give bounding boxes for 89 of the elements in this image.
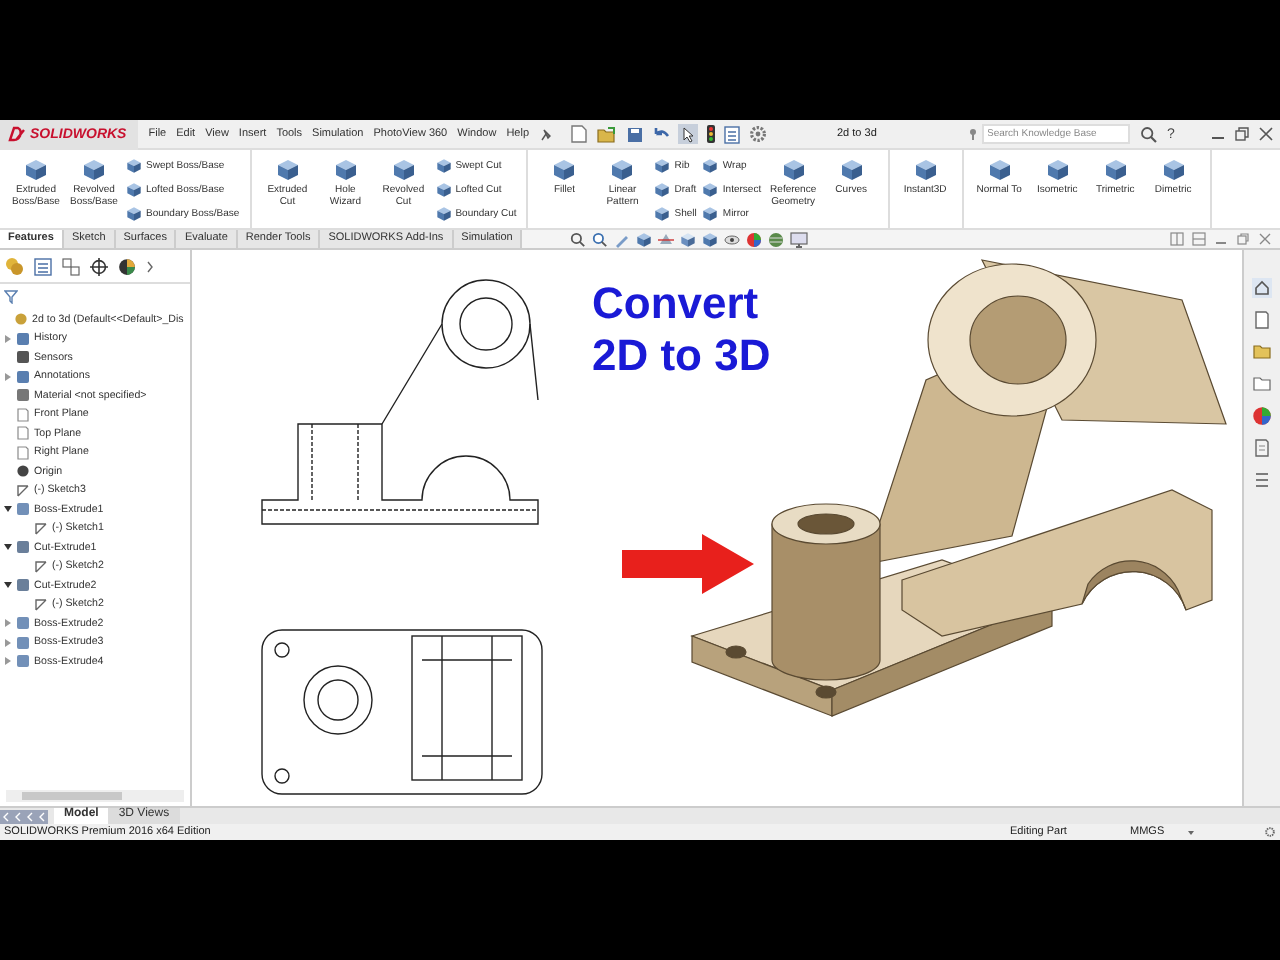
gear-icon[interactable] [1264,826,1276,838]
pin-icon [967,128,977,140]
restore-icon[interactable] [1236,232,1250,246]
cube-icon[interactable] [680,231,697,247]
pin-icon[interactable] [539,127,551,141]
cube-icon [1161,158,1186,182]
cube-icon [391,158,416,182]
history-icon [16,331,30,346]
list-icon[interactable] [1252,470,1272,490]
section-icon[interactable] [658,231,675,247]
cube-icon [435,206,452,222]
material-icon [16,388,30,403]
cube-icon [702,206,719,222]
heading-text: Convert [592,278,761,330]
cube-icon [1045,158,1070,182]
right-arrow [622,534,754,594]
cube-icon [839,158,864,182]
cube-icon [610,158,635,182]
scrollbar-thumb[interactable] [22,792,122,800]
open-folder-icon[interactable] [595,125,617,143]
cube-icon [552,158,577,182]
caret-icon[interactable] [3,543,13,552]
cube-icon [24,158,48,182]
tile-icon[interactable] [1192,232,1206,246]
caret-icon[interactable] [3,505,13,514]
eye-icon[interactable] [724,231,741,247]
part-icon [14,312,28,327]
zoom-icon[interactable] [592,231,609,247]
scrollbar[interactable] [6,790,184,802]
annotation-icon [16,369,30,384]
crosshair-icon[interactable] [90,257,108,275]
list-icon[interactable] [723,125,739,143]
search-icon[interactable] [1139,125,1157,143]
cube-icon [275,158,300,182]
cube-icon [702,158,719,174]
tile-icon[interactable] [1170,232,1184,246]
cube-icon [82,158,106,182]
cube-icon [781,158,806,182]
part-icon[interactable] [4,256,24,276]
cube-icon [702,182,719,198]
close-icon[interactable] [1258,126,1274,142]
close-icon[interactable] [1258,232,1272,246]
gear-icon[interactable] [747,124,767,144]
cube-icon [435,158,452,174]
monitor-icon[interactable] [790,231,809,247]
boss-feature-icon [16,502,30,517]
cube-icon [1103,158,1128,182]
caret-icon[interactable] [3,581,13,590]
cut-feature-icon [16,578,30,593]
sphere-icon[interactable] [118,257,136,275]
navigation-arrow-icon[interactable] [12,809,24,823]
restore-icon[interactable] [1234,126,1250,142]
select-arrow-icon[interactable] [677,124,697,144]
sketch-icon [34,521,48,536]
cut-feature-icon [16,540,30,555]
cube-icon [654,206,671,222]
cube-icon [126,158,142,174]
heading-text: 2D to 3D [592,330,771,382]
cube-icon [435,182,452,198]
sketch-icon [34,559,48,574]
cube-icon [654,158,671,174]
cube-icon[interactable] [636,231,653,247]
origin-icon [16,464,30,479]
sketch-icon [34,597,48,612]
filter-icon[interactable] [4,290,18,304]
globe-icon[interactable] [768,231,785,247]
ds-logo-icon [8,126,26,142]
navigation-arrow-icon[interactable] [0,809,12,823]
document-icon[interactable] [1252,310,1272,330]
chevron-right-icon[interactable] [146,259,154,273]
cube-icon [126,206,142,222]
zoom-icon[interactable] [570,231,587,247]
sketch-icon [16,483,30,498]
traffic-light-icon[interactable] [705,124,715,144]
navigation-arrow-icon[interactable] [36,809,48,823]
sensor-icon [16,350,30,365]
navigation-arrow-icon[interactable] [24,809,36,823]
document-icon[interactable] [1252,438,1272,458]
cube-icon [333,158,358,182]
cube-icon[interactable] [702,231,719,247]
save-icon[interactable] [625,125,643,143]
cube-icon [987,158,1012,182]
cube-icon [913,158,938,182]
list-icon[interactable] [34,257,52,275]
configuration-icon[interactable] [62,257,80,275]
cube-icon [654,182,671,198]
cube-icon [126,182,142,198]
home-icon[interactable] [1252,278,1272,298]
new-document-icon[interactable] [569,124,587,144]
